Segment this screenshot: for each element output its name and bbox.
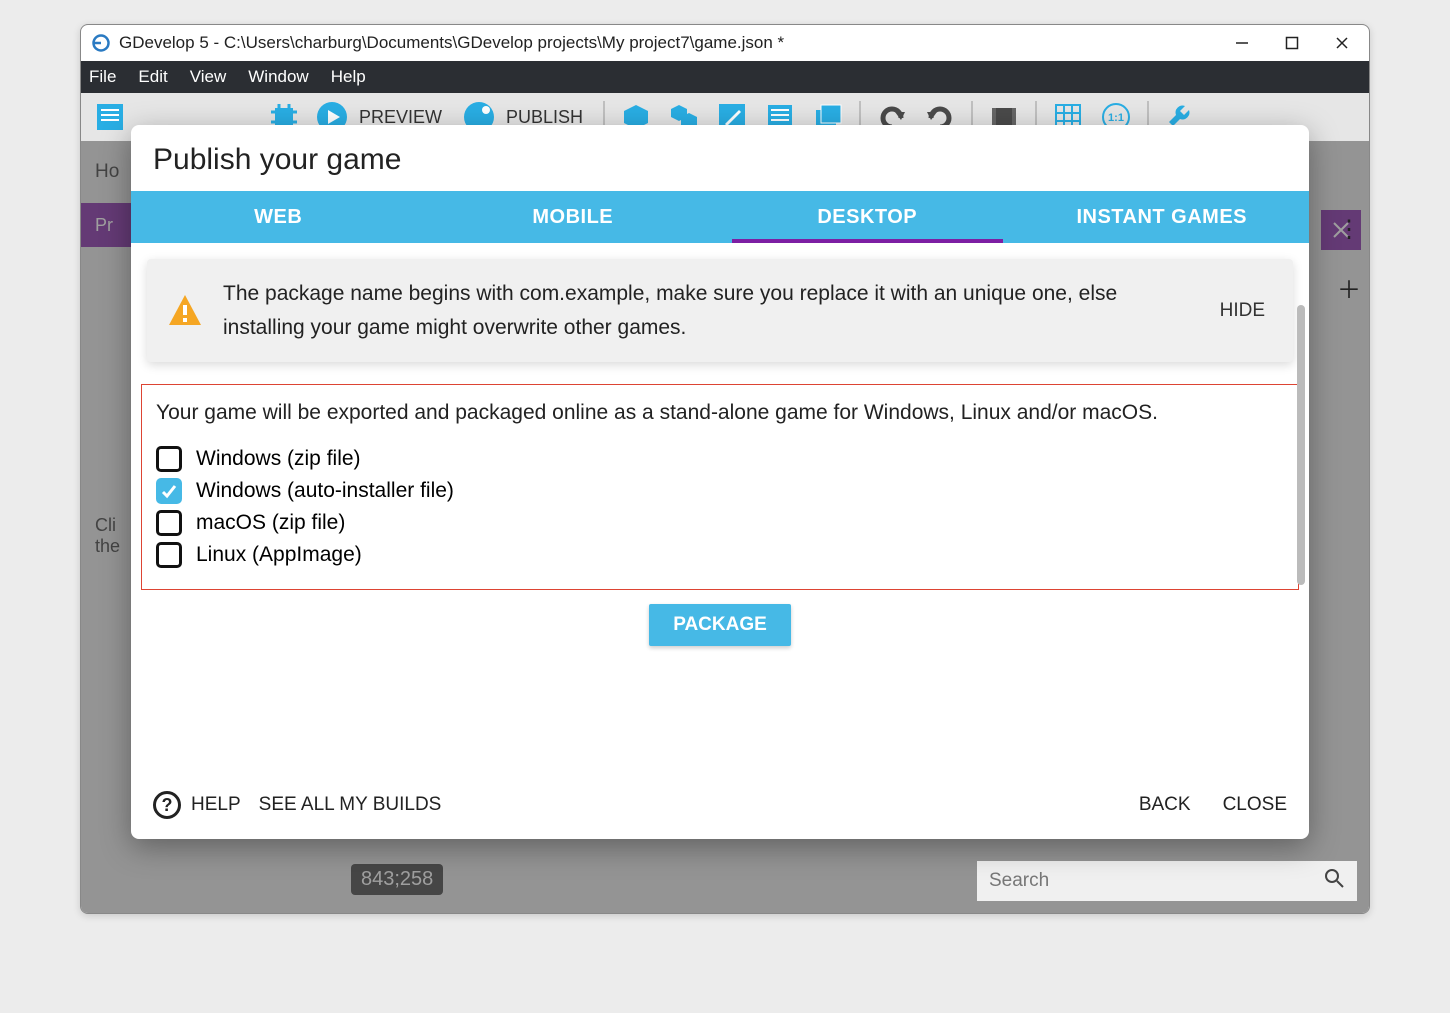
minimize-button[interactable]	[1231, 32, 1253, 54]
export-options: Your game will be exported and packaged …	[141, 384, 1299, 590]
plus-icon[interactable]: ＋	[1337, 270, 1361, 305]
kebab-icon[interactable]: ⋮	[1337, 215, 1361, 244]
window-title: GDevelop 5 - C:\Users\charburg\Documents…	[119, 33, 784, 53]
warning-alert: The package name begins with com.example…	[147, 259, 1293, 362]
warning-icon	[167, 293, 203, 329]
tab-desktop[interactable]: DESKTOP	[720, 191, 1015, 243]
close-dialog-button[interactable]: CLOSE	[1223, 794, 1287, 816]
option-windows-installer[interactable]: Windows (auto-installer file)	[156, 475, 1284, 507]
search-icon[interactable]	[1323, 867, 1345, 895]
app-window: GDevelop 5 - C:\Users\charburg\Documents…	[80, 24, 1370, 914]
menu-edit[interactable]: Edit	[138, 67, 167, 87]
tab-mobile[interactable]: MOBILE	[426, 191, 721, 243]
search-placeholder: Search	[989, 870, 1049, 892]
titlebar: GDevelop 5 - C:\Users\charburg\Documents…	[81, 25, 1369, 61]
dialog-footer: ? HELP SEE ALL MY BUILDS BACK CLOSE	[131, 775, 1309, 839]
option-windows-zip[interactable]: Windows (zip file)	[156, 443, 1284, 475]
option-label: Linux (AppImage)	[196, 543, 362, 567]
window-controls	[1231, 32, 1353, 54]
back-button[interactable]: BACK	[1139, 794, 1191, 816]
checkbox-icon[interactable]	[156, 510, 182, 536]
svg-text:1:1: 1:1	[1108, 112, 1124, 124]
help-icon[interactable]: ?	[153, 791, 181, 819]
help-link[interactable]: HELP	[191, 794, 241, 816]
menu-file[interactable]: File	[89, 67, 116, 87]
dialog-scrollbar[interactable]	[1297, 305, 1305, 585]
warning-text: The package name begins with com.example…	[223, 277, 1192, 344]
checkbox-checked-icon[interactable]	[156, 478, 182, 504]
package-button[interactable]: PACKAGE	[649, 604, 791, 646]
option-label: Windows (zip file)	[196, 447, 361, 471]
option-label: macOS (zip file)	[196, 511, 345, 535]
dialog-tabs: WEB MOBILE DESKTOP INSTANT GAMES	[131, 191, 1309, 243]
tab-instant-games[interactable]: INSTANT GAMES	[1015, 191, 1310, 243]
option-linux-appimage[interactable]: Linux (AppImage)	[156, 539, 1284, 571]
menu-help[interactable]: Help	[331, 67, 366, 87]
app-icon	[91, 33, 111, 53]
checkbox-icon[interactable]	[156, 542, 182, 568]
export-description: Your game will be exported and packaged …	[156, 397, 1284, 429]
maximize-button[interactable]	[1281, 32, 1303, 54]
dialog-title: Publish your game	[131, 125, 1309, 191]
see-builds-link[interactable]: SEE ALL MY BUILDS	[259, 794, 442, 816]
hide-alert-button[interactable]: HIDE	[1212, 300, 1273, 322]
close-window-button[interactable]	[1331, 32, 1353, 54]
menu-window[interactable]: Window	[248, 67, 308, 87]
tab-web[interactable]: WEB	[131, 191, 426, 243]
checkbox-icon[interactable]	[156, 446, 182, 472]
right-side-icons: ⋮ ＋	[1337, 215, 1361, 305]
option-macos-zip[interactable]: macOS (zip file)	[156, 507, 1284, 539]
project-icon[interactable]	[89, 96, 131, 138]
search-bar[interactable]: Search	[977, 861, 1357, 901]
menu-view[interactable]: View	[190, 67, 227, 87]
option-label: Windows (auto-installer file)	[196, 479, 454, 503]
menubar: File Edit View Window Help	[81, 61, 1369, 93]
publish-dialog: Publish your game WEB MOBILE DESKTOP INS…	[131, 125, 1309, 839]
